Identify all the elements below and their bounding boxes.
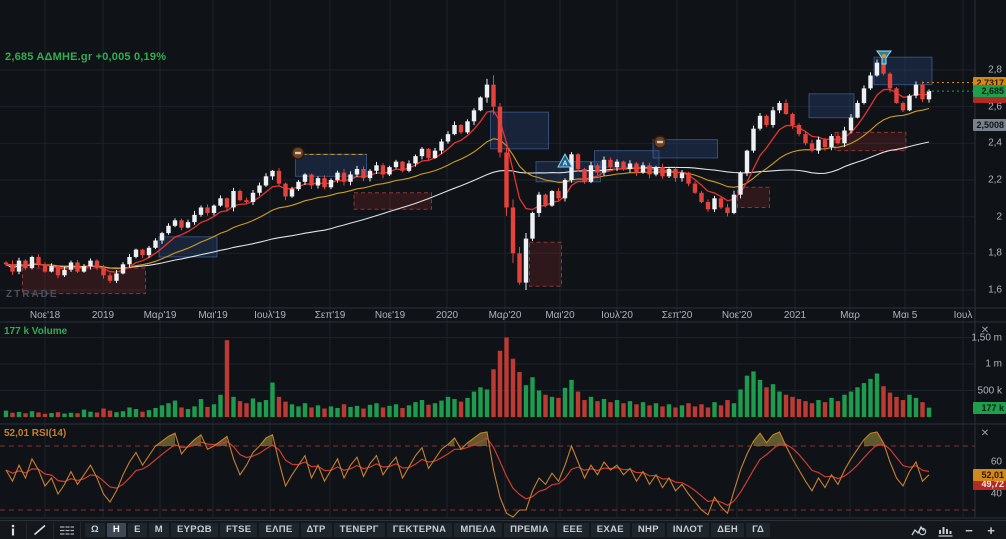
supply-zone[interactable]	[809, 94, 854, 118]
ma-slow-line	[6, 142, 929, 268]
rsi-tick: 60	[968, 457, 1002, 468]
price-tick: 1,8	[968, 248, 1002, 259]
time-tick: Νοε'19	[362, 309, 418, 322]
symbol-button-Η[interactable]: Η	[107, 523, 126, 537]
symbol-button-ΕΧΑΕ[interactable]: ΕΧΑΕ	[591, 523, 630, 537]
rsi-pane-close-button[interactable]: ✕	[978, 428, 992, 440]
symbol-button-FTSE[interactable]: FTSE	[220, 523, 257, 537]
symbol-button-ΕΕΕ[interactable]: ΕΕΕ	[557, 523, 589, 537]
time-tick: Σεπ'19	[302, 309, 358, 322]
time-tick: Μαρ'20	[477, 309, 533, 322]
demand-zone[interactable]	[530, 242, 562, 286]
bottom-toolbar: ΩΗΕΜΕΥΡΩΒFTSEΕΛΠΕΔΤΡΤΕΝΕΡΓΓΕΚΤΕΡΝΑΜΠΕΛΑΠ…	[0, 520, 1006, 539]
symbol-button-ΕΛΠΕ[interactable]: ΕΛΠΕ	[259, 523, 298, 537]
volume-tick: 500 k	[968, 385, 1002, 396]
symbol-button-Μ[interactable]: Μ	[149, 523, 169, 537]
time-tick: Μαι'19	[185, 309, 241, 322]
symbol-button-ΜΠΕΛΑ[interactable]: ΜΠΕΛΑ	[454, 523, 502, 537]
time-tick: Νοε'18	[17, 309, 73, 322]
symbol-button-Ε[interactable]: Ε	[128, 523, 147, 537]
symbol-button-ΤΕΝΕΡΓ[interactable]: ΤΕΝΕΡΓ	[334, 523, 385, 537]
symbol-button-ΓΔ[interactable]: ΓΔ	[746, 523, 770, 537]
volume-tick: 1,50 m	[968, 332, 1002, 343]
chart-canvas[interactable]: A	[0, 0, 1006, 520]
time-tick: 2021	[767, 309, 823, 322]
symbol-button-ΝΗΡ[interactable]: ΝΗΡ	[632, 523, 665, 537]
symbol-button-Ω[interactable]: Ω	[85, 523, 105, 537]
volume-pane-title: 177 k Volume	[4, 326, 67, 337]
demand-zone[interactable]	[354, 193, 432, 209]
volume-tick: 1 m	[968, 359, 1002, 370]
time-tick: Ιουλ'19	[242, 309, 298, 322]
symbol-button-ΔΕΗ[interactable]: ΔΕΗ	[711, 523, 744, 537]
event-marker-circle[interactable]	[292, 147, 304, 159]
price-tick: 1,6	[968, 284, 1002, 295]
time-tick: Μαι'20	[532, 309, 588, 322]
ma-white-value-label: 2,5008	[973, 119, 1006, 131]
volume-bars-icon[interactable]	[934, 522, 956, 539]
symbol-button-ΔΤΡ[interactable]: ΔΤΡ	[301, 523, 332, 537]
price-axis[interactable]	[975, 0, 1006, 308]
rsi-value-label: 52,01	[973, 469, 1006, 481]
zoom-in-button[interactable]: +	[982, 523, 1000, 538]
price-tick: 2,4	[968, 138, 1002, 149]
time-tick: Σεπ'20	[649, 309, 705, 322]
watchlist-table-icon[interactable]	[54, 522, 81, 539]
trading-chart-app: A 2,685 ΑΔΜΗΕ.gr +0,005 0,19% ZTRADE 177…	[0, 0, 1006, 539]
volume-current-label: 177 k	[973, 402, 1006, 414]
time-tick: Νοε'20	[709, 309, 765, 322]
time-tick: 2020	[419, 309, 475, 322]
time-tick: 2019	[75, 309, 131, 322]
symbol-button-ΓΕΚΤΕΡΝΑ[interactable]: ΓΕΚΤΕΡΝΑ	[387, 523, 453, 537]
symbol-button-ΠΡΕΜΙΑ[interactable]: ΠΡΕΜΙΑ	[504, 523, 555, 537]
time-tick: Ιουλ	[935, 309, 991, 322]
zoom-out-button[interactable]: −	[960, 523, 978, 538]
price-tick: 2,2	[968, 174, 1002, 185]
ztrade-watermark: ZTRADE	[6, 289, 59, 300]
price-tick: 2	[968, 211, 1002, 222]
time-tick: Μαρ'19	[132, 309, 188, 322]
chart-search-icon[interactable]	[908, 522, 930, 539]
event-marker-circle[interactable]	[654, 136, 666, 148]
time-tick: Μαρ	[822, 309, 878, 322]
symbol-quote-label: 2,685 ΑΔΜΗΕ.gr +0,005 0,19%	[5, 51, 166, 63]
symbol-button-ΙΝΛΟΤ[interactable]: ΙΝΛΟΤ	[667, 523, 709, 537]
info-icon[interactable]	[0, 522, 27, 539]
time-tick: Ιουλ'20	[589, 309, 645, 322]
time-tick: Μαι 5	[877, 309, 933, 322]
draw-pencil-icon[interactable]	[27, 522, 54, 539]
svg-text:A: A	[562, 161, 567, 168]
last-price-label: 2,685	[973, 85, 1006, 97]
supply-zone[interactable]	[159, 237, 217, 257]
symbol-button-ΕΥΡΩΒ[interactable]: ΕΥΡΩΒ	[171, 523, 218, 537]
rsi-pane-title: 52,01 RSI(14)	[4, 428, 66, 439]
price-tick: 2,8	[968, 65, 1002, 76]
rsi-signal-line	[6, 438, 929, 505]
